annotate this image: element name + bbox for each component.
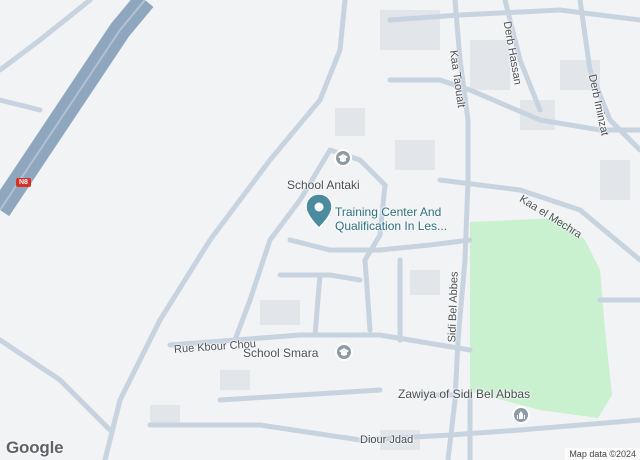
location-pin-icon[interactable] xyxy=(305,193,333,229)
school-icon[interactable] xyxy=(335,343,353,361)
school-icon[interactable] xyxy=(334,149,352,167)
street-label-sidi-bel-abbes: Sidi Bel Abbes xyxy=(446,271,461,343)
map-base-layer xyxy=(0,0,640,460)
poi-label-training-center-2[interactable]: Qualification In Les... xyxy=(335,219,447,233)
map-attribution[interactable]: Map data ©2024 xyxy=(565,448,640,460)
poi-label-zawiya[interactable]: Zawiya of Sidi Bel Abbas xyxy=(398,387,530,401)
mosque-icon[interactable] xyxy=(512,406,530,424)
map-canvas[interactable]: N8 School Antaki Training Center And Qua… xyxy=(0,0,640,460)
poi-label-school-antaki[interactable]: School Antaki xyxy=(287,178,360,192)
poi-label-training-center-1[interactable]: Training Center And xyxy=(335,205,441,219)
highway-shield: N8 xyxy=(16,178,31,187)
google-logo[interactable]: Google xyxy=(6,438,64,458)
street-label-diour-jdad: Diour Jdad xyxy=(360,434,414,446)
